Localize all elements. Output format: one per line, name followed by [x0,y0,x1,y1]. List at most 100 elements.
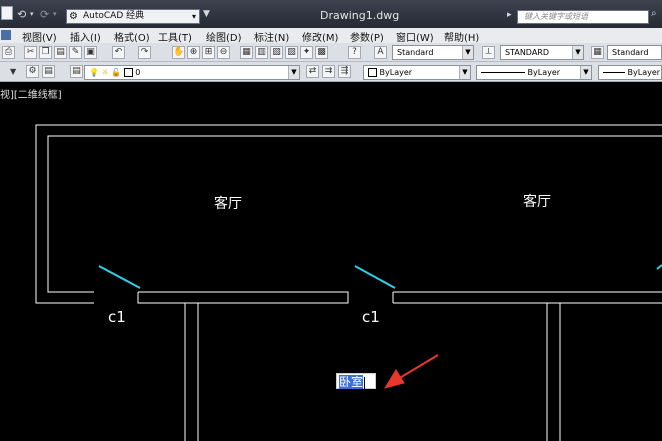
toolbar-dropdown-icon[interactable]: ▼ [10,67,16,76]
door-symbol-1[interactable] [98,265,141,289]
workspace-name: AutoCAD 经典 [83,11,145,21]
inner-wall [47,135,662,293]
menu-tools[interactable]: 工具(T) [158,29,192,44]
document-menu-icon[interactable] [1,30,11,40]
dim-style-select[interactable]: STANDARD ▼ [500,45,584,60]
table-style-select[interactable]: Standard [607,45,662,60]
lock-icon: 🔓 [111,68,122,77]
quick-access-customize-icon[interactable]: ▼ [203,9,210,19]
layer-name: 0 [135,68,141,77]
print-icon[interactable]: ⎙ [2,46,15,59]
annotation-arrow [383,354,439,389]
color-select[interactable]: ByLayer ▼ [363,65,471,80]
redo-icon[interactable]: ↷ [138,46,151,59]
tool-palettes-icon[interactable]: ▧ [270,46,283,59]
chevron-down-icon: ▼ [288,66,299,79]
menu-window[interactable]: 窗口(W) [396,29,434,44]
make-current-layer-icon[interactable]: ▤ [70,65,83,78]
markup-icon[interactable]: ✦ [300,46,313,59]
arrow-shaft [397,354,439,380]
chevron-down-icon: ▾ [191,12,196,21]
room-label-living-2: 客厅 [523,194,551,210]
menu-format[interactable]: 格式(O) [114,29,150,44]
copy-icon[interactable]: ❐ [39,46,52,59]
menu-dimension[interactable]: 标注(N) [254,29,289,44]
linetype-value: ByLayer [527,68,561,77]
chevron-down-icon: ▼ [462,46,473,59]
undo-icon[interactable]: ↶ [112,46,125,59]
layer-match-icon[interactable]: ⇉ [322,65,335,78]
quickcalc-icon[interactable]: ▩ [315,46,328,59]
wall-segment-1 [137,291,349,304]
door-symbols [98,264,662,289]
menu-draw[interactable]: 绘图(D) [206,29,242,44]
redo-icon[interactable]: ⟳ [40,8,49,21]
edit-text-value: 卧室 [339,375,364,389]
lineweight-value: ByLayer [627,68,661,77]
door-tag-2: c1 [362,308,380,326]
text-style-select[interactable]: Standard ▼ [392,45,474,60]
workspace-selector[interactable]: ⚙ AutoCAD 经典 ▾ [66,9,200,24]
cut-icon[interactable]: ✂ [24,46,37,59]
drawing-canvas[interactable] [0,99,662,441]
match-properties-icon[interactable]: ✎ [69,46,82,59]
arrow-head [383,369,405,389]
menu-insert[interactable]: 插入(I) [70,29,101,44]
chevron-down-icon: ▼ [572,46,583,59]
text-style-icon[interactable]: A [374,46,387,59]
line-sample-icon [481,72,525,73]
properties-icon[interactable]: ▦ [240,46,253,59]
pan-icon[interactable]: ✋ [172,46,185,59]
text-cursor [364,376,366,389]
door-symbol-2[interactable] [354,265,396,289]
block-editor-icon[interactable]: ▣ [84,46,97,59]
app-menu-icon[interactable] [1,6,13,20]
color-value: ByLayer [379,68,413,77]
help-icon[interactable]: ? [348,46,361,59]
table-style-value: Standard [612,48,649,57]
layer-select[interactable]: 💡 ☼ 🔓 0 ▼ [84,65,300,80]
door-tag-1: c1 [108,308,126,326]
layer-states-icon[interactable]: ▤ [42,65,55,78]
gear-icon: ⚙ [69,11,78,22]
menu-parametric[interactable]: 参数(P) [350,29,384,44]
menu-help[interactable]: 帮助(H) [444,29,479,44]
undo-dropdown-icon[interactable]: ▾ [30,10,34,18]
title-bar: ⟲ ▾ ⟳ ▾ ⚙ AutoCAD 经典 ▾ ▼ Drawing1.dwg ▸ … [0,0,662,28]
menu-bar: 视图(V) 插入(I) 格式(O) 工具(T) 绘图(D) 标注(N) 修改(M… [0,28,662,44]
layer-properties-icon[interactable]: ⚙ [26,65,39,78]
sheet-set-icon[interactable]: ▨ [285,46,298,59]
layer-color-swatch-icon [123,68,133,77]
sun-icon: ☼ [101,68,109,77]
redo-dropdown-icon[interactable]: ▾ [53,10,57,18]
dim-style-icon[interactable]: ⟂ [482,46,495,59]
color-swatch-icon [368,68,377,77]
lightbulb-icon: 💡 [89,68,99,77]
line-sample-icon [603,72,625,73]
chevron-down-icon: ▼ [580,66,591,79]
undo-icon[interactable]: ⟲ [17,8,26,21]
table-style-icon[interactable]: ▦ [591,46,604,59]
document-title: Drawing1.dwg [320,9,400,22]
layer-iso-icon[interactable]: ⇶ [338,65,351,78]
text-style-value: Standard [397,48,434,57]
text-edit-input[interactable]: 卧室 [336,373,376,389]
zoom-previous-icon[interactable]: ⊖ [217,46,230,59]
design-center-icon[interactable]: ▥ [255,46,268,59]
linetype-select[interactable]: ByLayer ▼ [476,65,592,80]
layers-toolbar: ▼ ⚙ ▤ ▤ 💡 ☼ 🔓 0 ▼ ⇄ ⇉ ⇶ ByLayer ▼ ByLaye… [0,62,662,82]
room-label-living-1: 客厅 [214,196,242,212]
paste-icon[interactable]: ▤ [54,46,67,59]
zoom-window-icon[interactable]: ⊞ [202,46,215,59]
door-symbol-3[interactable] [656,264,662,270]
search-caret-icon[interactable]: ▸ [507,10,512,20]
layer-previous-icon[interactable]: ⇄ [306,65,319,78]
zoom-realtime-icon[interactable]: ⊕ [187,46,200,59]
lineweight-select[interactable]: ByLayer [598,65,662,80]
search-input[interactable]: 键入关键字或短语 [517,10,649,24]
menu-modify[interactable]: 修改(M) [302,29,338,44]
search-icon[interactable]: ⌕ [651,8,661,22]
outer-wall [35,124,662,304]
chevron-down-icon: ▼ [459,66,470,79]
menu-view[interactable]: 视图(V) [22,29,57,44]
